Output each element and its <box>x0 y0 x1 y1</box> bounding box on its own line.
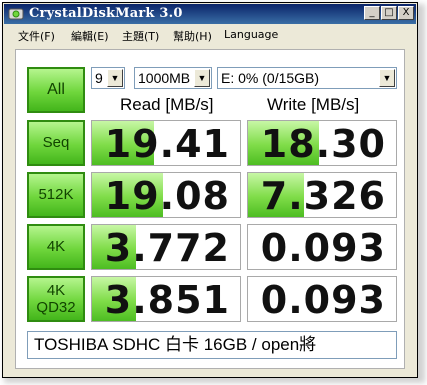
read-result-cell: 19.41 <box>91 120 241 166</box>
drive-value: E: 0% (0/15GB) <box>221 70 320 86</box>
read-result-cell: 19.08 <box>91 172 241 218</box>
write-result-cell: 0.093 <box>247 224 397 270</box>
menu-file[interactable]: 文件(F) <box>18 28 55 44</box>
write-speed-value: 7.326 <box>260 174 386 218</box>
menu-help[interactable]: 幫助(H) <box>173 28 212 44</box>
test-count-value: 9 <box>95 70 103 86</box>
write-speed-value: 18.30 <box>260 122 386 166</box>
read-speed-value: 3.772 <box>104 226 230 270</box>
all-button[interactable]: All <box>27 67 85 113</box>
test-button-2[interactable]: 512K <box>27 172 85 218</box>
menu-bar: 文件(F) 編輯(E) 主題(T) 幫助(H) Language <box>4 25 416 45</box>
test-button-3[interactable]: 4K <box>27 224 85 270</box>
menu-edit[interactable]: 編輯(E) <box>71 28 109 44</box>
chevron-down-icon[interactable]: ▼ <box>194 69 210 87</box>
write-speed-value: 0.093 <box>260 226 386 270</box>
test-count-select[interactable]: 9 ▼ <box>91 67 125 89</box>
test-size-select[interactable]: 1000MB ▼ <box>134 67 212 89</box>
write-result-cell: 18.30 <box>247 120 397 166</box>
read-speed-value: 19.41 <box>104 122 230 166</box>
minimize-button[interactable]: _ <box>364 6 380 20</box>
disk-app-icon <box>8 8 24 20</box>
menu-theme[interactable]: 主題(T) <box>122 28 159 44</box>
close-button[interactable]: X <box>398 6 414 20</box>
read-result-cell: 3.772 <box>91 224 241 270</box>
read-speed-value: 19.08 <box>104 174 230 218</box>
write-result-cell: 7.326 <box>247 172 397 218</box>
read-column-header: Read [MB/s] <box>120 95 214 114</box>
chevron-down-icon[interactable]: ▼ <box>379 69 395 87</box>
read-speed-value: 3.851 <box>104 278 230 322</box>
chevron-down-icon[interactable]: ▼ <box>107 69 123 87</box>
maximize-button[interactable]: □ <box>381 6 397 20</box>
test-size-value: 1000MB <box>138 70 191 86</box>
write-result-cell: 0.093 <box>247 276 397 322</box>
read-result-cell: 3.851 <box>91 276 241 322</box>
menu-language[interactable]: Language <box>224 28 278 41</box>
comment-field[interactable]: TOSHIBA SDHC 白卡 16GB / open將 <box>27 331 397 359</box>
write-column-header: Write [MB/s] <box>267 95 360 114</box>
drive-select[interactable]: E: 0% (0/15GB) ▼ <box>217 67 397 89</box>
title-bar[interactable]: CrystalDiskMark 3.0 _ □ X <box>4 4 416 24</box>
window-title: CrystalDiskMark 3.0 <box>29 6 183 21</box>
write-speed-value: 0.093 <box>260 278 386 322</box>
test-button-4[interactable]: 4K QD32 <box>27 276 85 322</box>
test-button-1[interactable]: Seq <box>27 120 85 166</box>
